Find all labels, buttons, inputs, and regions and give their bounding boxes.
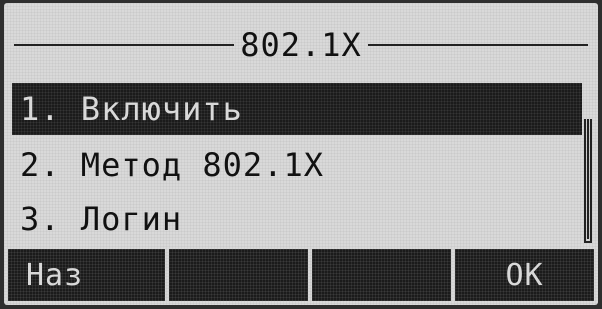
softkey-ok[interactable]: OK [455, 249, 594, 301]
softkey-bar: Наз OK [8, 249, 594, 301]
softkey-2[interactable] [169, 249, 308, 301]
title-rule-left [14, 44, 235, 46]
scrollbar-thumb[interactable] [587, 119, 589, 239]
menu-item-enable[interactable]: 1. Включить [12, 83, 582, 135]
title-bar: 802.1X [4, 25, 598, 65]
menu-list: 1. Включить 2. Метод 802.1X 3. Логин [4, 75, 598, 245]
menu-item-method[interactable]: 2. Метод 802.1X [12, 139, 582, 191]
scrollbar[interactable] [584, 119, 592, 243]
phone-lcd-screen: 802.1X 1. Включить 2. Метод 802.1X 3. Ло… [4, 3, 598, 305]
menu-item-login[interactable]: 3. Логин [12, 193, 582, 245]
softkey-back[interactable]: Наз [8, 249, 165, 301]
title-rule-right [367, 44, 588, 46]
screen-title: 802.1X [240, 26, 362, 64]
softkey-3[interactable] [312, 249, 451, 301]
